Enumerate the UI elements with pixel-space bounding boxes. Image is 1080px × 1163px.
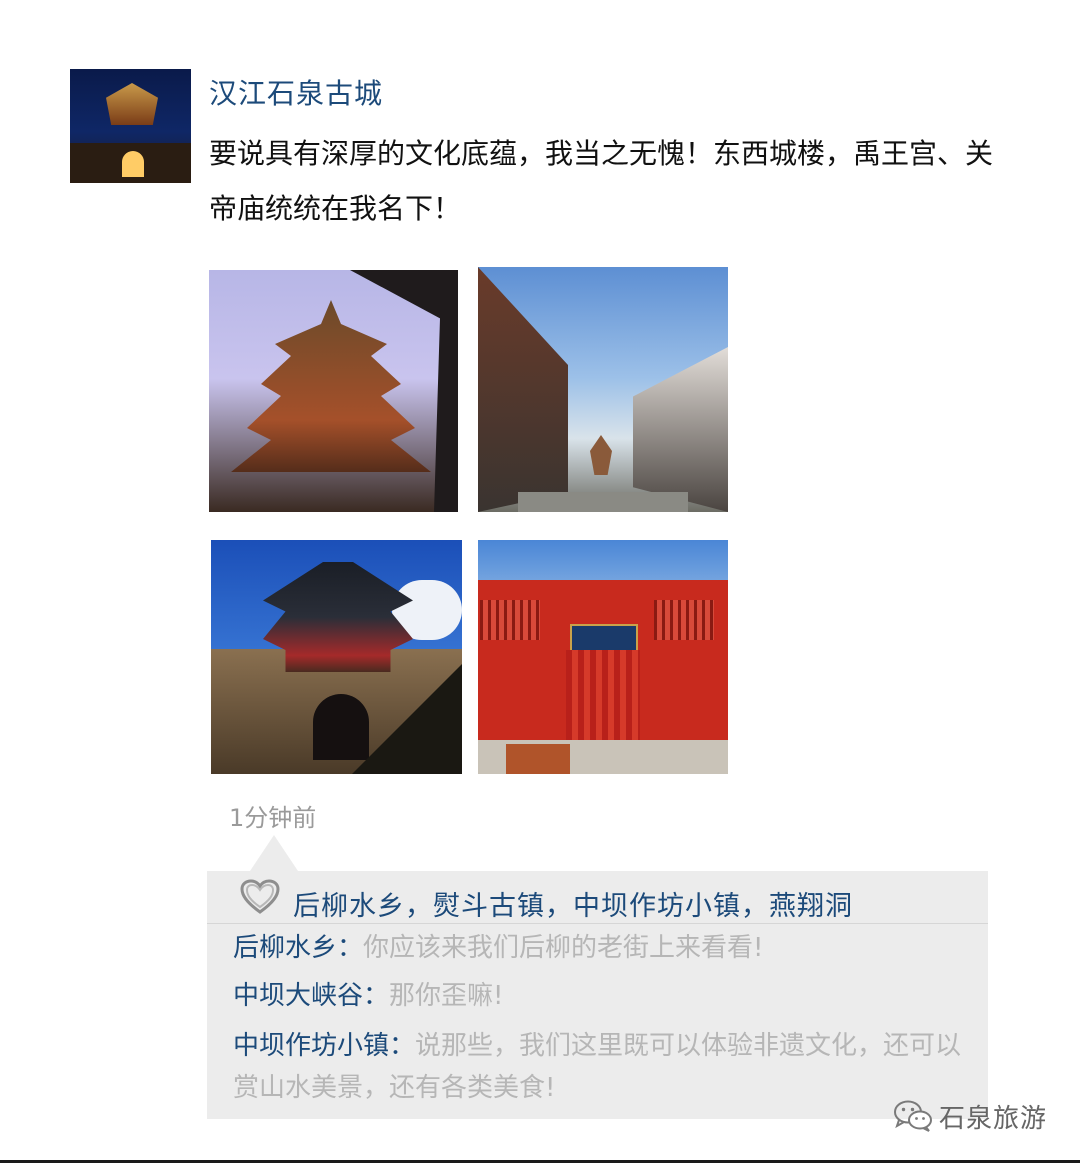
post-text: 要说具有深厚的文化底蕴，我当之无愧！东西城楼，禹王宫、关帝庙统统在我名下！ (209, 137, 994, 225)
street-road (518, 492, 688, 512)
post-timestamp: 1分钟前 (229, 804, 317, 832)
post-photo-city-gate[interactable] (211, 540, 462, 774)
street-tower (590, 435, 612, 475)
comment-item[interactable]: 后柳水乡：你应该来我们后柳的老街上来看看! (233, 927, 973, 969)
comment-separator: ： (337, 933, 364, 963)
comment-author[interactable]: 后柳水乡 (233, 933, 337, 963)
hall-lattice-right (654, 600, 714, 640)
comment-item[interactable]: 中坝作坊小镇：说那些，我们这里既可以体验非遗文化，还可以赏山水美景，还有各类美食… (233, 1025, 973, 1109)
hall-lattice-left (480, 600, 540, 640)
comment-item[interactable]: 中坝大峡谷：那你歪嘛! (233, 975, 973, 1017)
likes-comments-panel: 后柳水乡，熨斗古镇，中坝作坊小镇，燕翔洞 后柳水乡：你应该来我们后柳的老街上来看… (207, 871, 988, 1119)
watermark-text: 石泉旅游 (939, 1103, 1048, 1134)
likes-names[interactable]: 后柳水乡，熨斗古镇，中坝作坊小镇，燕翔洞 (293, 884, 853, 923)
post-photo-old-street[interactable] (478, 267, 728, 512)
avatar[interactable] (70, 69, 191, 183)
comment-separator: ： (389, 1031, 416, 1061)
comment-box-pointer (250, 835, 298, 871)
gate-tower (263, 562, 413, 672)
comment-author[interactable]: 中坝作坊小镇 (233, 1031, 389, 1061)
comment-text: 你应该来我们后柳的老街上来看看! (363, 933, 764, 963)
post-author-name[interactable]: 汉江石泉古城 (209, 72, 383, 112)
comment-author[interactable]: 中坝大峡谷 (233, 981, 363, 1011)
watermark: 石泉旅游 (893, 1096, 1047, 1136)
heart-icon (240, 879, 280, 914)
likes-row: 后柳水乡，熨斗古镇，中坝作坊小镇，燕翔洞 (207, 871, 988, 924)
street-building-right (633, 347, 728, 512)
hall-door (566, 650, 640, 740)
post-photo-temple-hall[interactable] (478, 540, 728, 774)
gate-arch (313, 694, 369, 760)
wechat-icon (894, 1100, 932, 1132)
pagoda-shape (231, 300, 431, 472)
avatar-gate (122, 151, 144, 177)
hall-planter (506, 744, 570, 774)
comment-separator: ： (363, 981, 390, 1011)
avatar-tower-shape (106, 83, 158, 125)
street-building-left (478, 267, 568, 512)
hall-plaque (570, 624, 638, 652)
post-photo-pagoda[interactable] (209, 270, 458, 512)
comment-text: 那你歪嘛! (389, 981, 504, 1011)
